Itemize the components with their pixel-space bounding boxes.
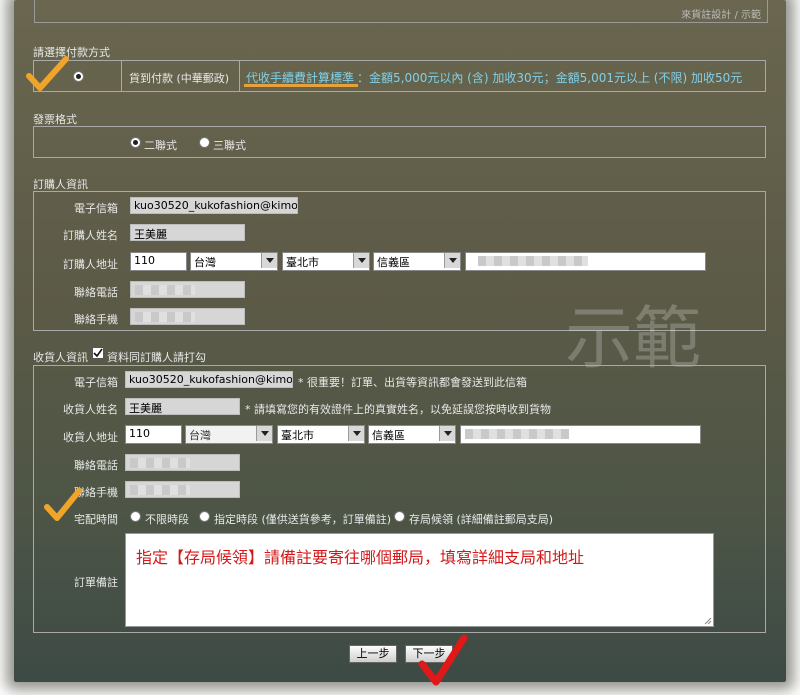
- buyer-zip-input[interactable]: 110: [130, 252, 187, 271]
- delivery-time-radio-anytime[interactable]: [130, 511, 141, 522]
- buyer-district-value: 信義區: [377, 256, 410, 269]
- chevron-down-icon: [348, 426, 364, 441]
- chevron-down-icon: [261, 253, 277, 268]
- delivery-time-pickup: 存局候領 (詳細備註郵局支局): [409, 513, 554, 526]
- buyer-city-value: 臺北市: [286, 256, 319, 269]
- buyer-street-input[interactable]: [465, 252, 706, 271]
- order-note-text: 指定【存局候領】請備註要寄往哪個郵局，填寫詳細支局和地址: [136, 548, 585, 567]
- recipient-email-note: * 很重要！訂單、出貨等資訊都會發送到此信箱: [298, 376, 527, 389]
- recipient-phone-label: 聯絡電話: [74, 459, 118, 472]
- recipient-name-input[interactable]: 王美麗: [125, 398, 240, 415]
- payment-radio[interactable]: [73, 71, 84, 82]
- prev-step-button[interactable]: 上一步: [349, 645, 397, 663]
- invoice-option-duplicate: 二聯式: [144, 139, 177, 152]
- buyer-county-value: 台灣: [194, 256, 216, 269]
- delivery-time-anytime: 不限時段: [145, 513, 189, 526]
- buyer-county-select[interactable]: 台灣: [190, 252, 278, 271]
- buyer-name-label: 訂購人姓名: [63, 229, 118, 242]
- buyer-section-title: 訂購人資訊: [33, 178, 88, 191]
- recipient-name-note: * 請填寫您的有效證件上的真實姓名，以免延誤您按時收到貨物: [245, 403, 551, 416]
- buyer-address-label: 訂購人地址: [63, 258, 118, 271]
- delivery-time-specified: 指定時段 (僅供送貨參考，訂單備註): [214, 513, 392, 526]
- delivery-time-radio-pickup[interactable]: [394, 511, 405, 522]
- buyer-mobile-input[interactable]: [130, 308, 245, 325]
- recipient-street-input[interactable]: [460, 425, 701, 444]
- chevron-down-icon: [353, 253, 369, 268]
- recipient-city-value: 臺北市: [281, 429, 314, 442]
- recipient-email-label: 電子信箱: [74, 376, 118, 389]
- buyer-phone-label: 聯絡電話: [74, 286, 118, 299]
- orange-check-icon: [44, 488, 82, 521]
- buyer-city-select[interactable]: 臺北市: [282, 252, 370, 271]
- invoice-radio-duplicate[interactable]: [130, 137, 141, 148]
- recipient-section-title: 收貨人資訊: [33, 351, 88, 364]
- top-bar: 來貨註設計 / 示範: [34, 0, 768, 23]
- invoice-option-triplicate: 三聯式: [213, 139, 246, 152]
- buyer-name-input[interactable]: 王美麗: [130, 224, 245, 241]
- recipient-district-select[interactable]: 信義區: [368, 425, 456, 444]
- recipient-city-select[interactable]: 臺北市: [277, 425, 365, 444]
- buyer-email-label: 電子信箱: [74, 202, 118, 215]
- recipient-county-select[interactable]: 台灣: [185, 425, 273, 444]
- invoice-box: [33, 126, 766, 158]
- invoice-radio-triplicate[interactable]: [199, 137, 210, 148]
- recipient-county-value: 台灣: [189, 429, 211, 442]
- recipient-phone-input[interactable]: [125, 454, 240, 471]
- recipient-mobile-input[interactable]: [125, 481, 240, 498]
- recipient-email-input[interactable]: kuo30520_kukofashion@kimo.com: [125, 371, 293, 388]
- buyer-phone-input[interactable]: [130, 281, 245, 298]
- chevron-down-icon: [444, 253, 460, 268]
- payment-method-label: 貨到付款 (中華郵政): [129, 72, 230, 85]
- fee-link-underline: [244, 84, 358, 87]
- chevron-down-icon: [439, 426, 455, 441]
- recipient-name-label: 收貨人姓名: [63, 403, 118, 416]
- delivery-time-radio-specified[interactable]: [199, 511, 210, 522]
- top-right-text: 來貨註設計 / 示範: [681, 10, 761, 21]
- red-check-icon: [418, 634, 468, 686]
- recipient-address-label: 收貨人地址: [63, 431, 118, 444]
- buyer-district-select[interactable]: 信義區: [373, 252, 461, 271]
- resize-handle-icon[interactable]: [704, 617, 712, 625]
- orange-check-icon: [26, 56, 69, 91]
- fee-description: ：金額5,000元以內 (含) 加收30元；金額5,001元以上 (不限) 加收…: [357, 71, 743, 85]
- invoice-section-title: 發票格式: [33, 113, 77, 126]
- buyer-mobile-label: 聯絡手機: [74, 313, 118, 326]
- recipient-district-value: 信義區: [372, 429, 405, 442]
- same-as-buyer-label: 資料同訂購人請打勾: [107, 351, 206, 364]
- recipient-zip-input[interactable]: 110: [125, 425, 182, 444]
- order-note-label: 訂單備註: [74, 576, 118, 589]
- buyer-email-input[interactable]: kuo30520_kukofashion@kimo.com: [130, 197, 298, 214]
- checkmark-icon: [93, 348, 103, 358]
- chevron-down-icon: [256, 426, 272, 441]
- order-note-textarea[interactable]: 指定【存局候領】請備註要寄往哪個郵局，填寫詳細支局和地址: [125, 533, 714, 627]
- same-as-buyer-checkbox[interactable]: [92, 347, 104, 359]
